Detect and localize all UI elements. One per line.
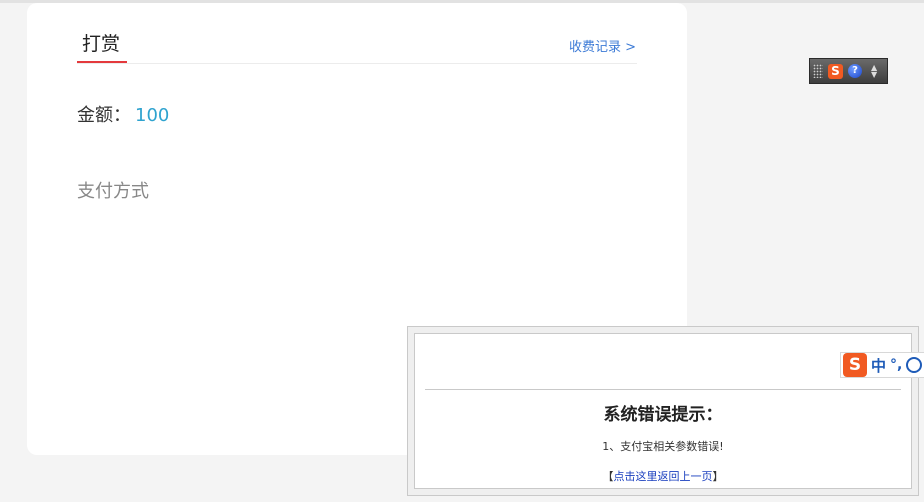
help-icon[interactable]: ? (848, 64, 862, 78)
back-bracket-open: 【 (602, 470, 614, 483)
header-divider (77, 63, 637, 64)
error-message: 1、支付宝相关参数错误! (602, 440, 724, 453)
input-mode-toggle[interactable]: 中 (871, 355, 886, 376)
amount-row: 金额： 100 (77, 101, 169, 127)
punctuation-toggle[interactable]: °, (890, 357, 902, 373)
back-bracket-close: 】 (712, 470, 724, 483)
back-link[interactable]: 点击这里返回上一页 (614, 470, 713, 483)
back-row: 【点击这里返回上一页】 (415, 468, 911, 484)
fee-records-link[interactable]: 收费记录 > (569, 36, 636, 55)
error-dialog-body: 系统错误提示： 1、支付宝相关参数错误! 【点击这里返回上一页】 (414, 333, 912, 489)
amount-value: 100 (135, 105, 170, 126)
toolbar-menu-icon[interactable]: ▲ ▼ (871, 64, 877, 79)
ime-floating-toolbar[interactable]: S ? ▲ ▼ (809, 58, 888, 84)
payment-method-label: 支付方式 (77, 181, 149, 202)
tab-reward[interactable]: 打赏 (82, 29, 120, 56)
sogou-logo-icon[interactable]: S (828, 63, 843, 79)
emoji-icon[interactable] (906, 357, 923, 373)
drag-grip-icon[interactable] (813, 64, 823, 78)
error-title: 系统错误提示： (603, 405, 723, 425)
amount-label: 金额： (77, 105, 131, 126)
dialog-divider (425, 389, 901, 390)
sogou-logo-icon[interactable]: S (843, 353, 867, 377)
ime-status-bar[interactable]: S 中 °, (840, 352, 924, 378)
